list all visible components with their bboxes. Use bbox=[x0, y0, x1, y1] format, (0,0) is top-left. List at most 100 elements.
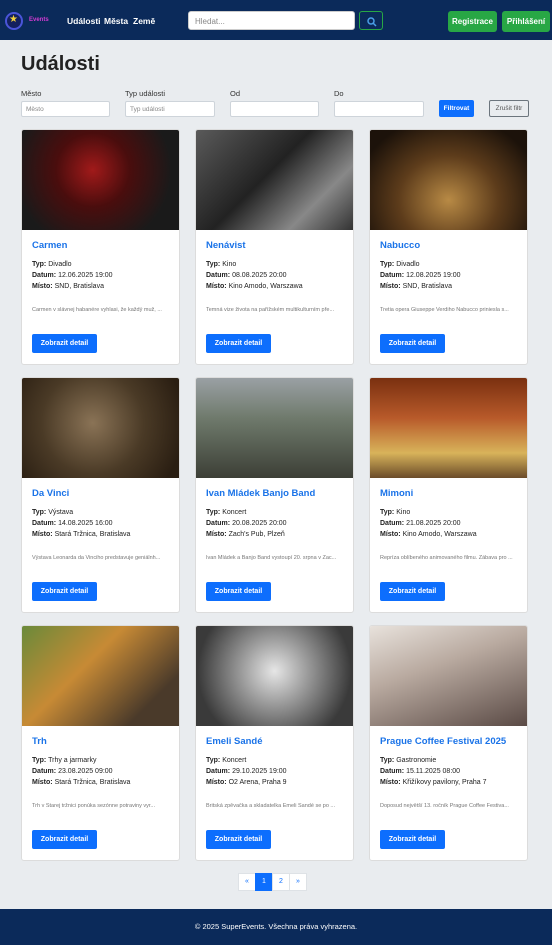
place-label: Místo: bbox=[380, 531, 401, 538]
date-label: Datum: bbox=[32, 272, 57, 279]
nav-link-cities[interactable]: Města bbox=[104, 16, 128, 26]
type-value: Výstava bbox=[48, 509, 74, 516]
type-label: Typ: bbox=[32, 757, 47, 764]
type-value: Koncert bbox=[222, 757, 247, 764]
date-value: 20.08.2025 20:00 bbox=[232, 520, 287, 527]
logo-text: Events bbox=[29, 17, 49, 23]
register-button[interactable]: Registrace bbox=[448, 11, 497, 32]
date-label: Datum: bbox=[206, 768, 231, 775]
detail-button[interactable]: Zobrazit detail bbox=[32, 334, 97, 353]
event-title[interactable]: Mimoni bbox=[380, 488, 413, 499]
event-image[interactable] bbox=[196, 130, 353, 230]
page-prev[interactable]: « bbox=[238, 873, 256, 891]
place-value: Stará Tržnica, Bratislava bbox=[54, 531, 131, 538]
event-image[interactable] bbox=[196, 378, 353, 478]
event-type: Typ: Trhy a jarmarky bbox=[32, 757, 96, 764]
event-title[interactable]: Trh bbox=[32, 736, 47, 747]
detail-button[interactable]: Zobrazit detail bbox=[380, 582, 445, 601]
date-value: 14.08.2025 16:00 bbox=[58, 520, 113, 527]
place-label: Místo: bbox=[380, 779, 401, 786]
city-filter-label: Město bbox=[21, 89, 42, 98]
event-image[interactable] bbox=[22, 130, 179, 230]
page-next[interactable]: » bbox=[289, 873, 307, 891]
event-place: Místo: Kino Amodo, Warszawa bbox=[206, 283, 303, 290]
event-card: Prague Coffee Festival 2025 Typ: Gastrono… bbox=[369, 625, 528, 861]
event-type: Typ: Koncert bbox=[206, 509, 246, 516]
event-date: Datum: 20.08.2025 20:00 bbox=[206, 520, 287, 527]
type-filter-input[interactable]: Typ události bbox=[125, 101, 215, 117]
date-label: Datum: bbox=[32, 520, 57, 527]
type-label: Typ: bbox=[380, 757, 395, 764]
type-value: Kino bbox=[396, 509, 411, 516]
filter-button[interactable]: Filtrovat bbox=[439, 100, 474, 117]
event-place: Místo: SND, Bratislava bbox=[380, 283, 452, 290]
detail-button[interactable]: Zobrazit detail bbox=[380, 334, 445, 353]
city-filter-input[interactable]: Město bbox=[21, 101, 110, 117]
event-image[interactable] bbox=[22, 626, 179, 726]
search-input[interactable]: Hledat... bbox=[188, 11, 355, 30]
detail-button[interactable]: Zobrazit detail bbox=[32, 582, 97, 601]
search-icon bbox=[367, 17, 377, 27]
date-value: 15.11.2025 08:00 bbox=[406, 768, 461, 775]
type-label: Typ: bbox=[206, 757, 221, 764]
nav-link-events[interactable]: Události bbox=[67, 16, 101, 26]
type-value: Divadlo bbox=[48, 261, 72, 268]
event-image[interactable] bbox=[22, 378, 179, 478]
login-button[interactable]: Přihlášení bbox=[502, 11, 550, 32]
nav-link-countries[interactable]: Země bbox=[133, 16, 155, 26]
event-title[interactable]: Nabucco bbox=[380, 240, 420, 251]
event-image[interactable] bbox=[370, 626, 527, 726]
place-value: SND, Bratislava bbox=[402, 283, 452, 290]
detail-button[interactable]: Zobrazit detail bbox=[380, 830, 445, 849]
event-title[interactable]: Prague Coffee Festival 2025 bbox=[380, 736, 506, 747]
event-image[interactable] bbox=[370, 130, 527, 230]
event-date: Datum: 29.10.2025 19:00 bbox=[206, 768, 287, 775]
event-image[interactable] bbox=[370, 378, 527, 478]
to-date-input[interactable] bbox=[334, 101, 424, 117]
event-title[interactable]: Ivan Mládek Banjo Band bbox=[206, 488, 315, 499]
event-date: Datum: 08.08.2025 20:00 bbox=[206, 272, 287, 279]
event-description: Britská zpěvačka a skladatelka Emeli San… bbox=[206, 803, 336, 809]
date-label: Datum: bbox=[380, 768, 405, 775]
event-title[interactable]: Da Vinci bbox=[32, 488, 69, 499]
type-label: Typ: bbox=[380, 509, 395, 516]
event-date: Datum: 12.06.2025 19:00 bbox=[32, 272, 113, 279]
footer: © 2025 SuperEvents. Všechna práva vyhraz… bbox=[0, 909, 552, 945]
reset-filter-button[interactable]: Zrušit filtr bbox=[489, 100, 529, 117]
event-type: Typ: Divadlo bbox=[380, 261, 420, 268]
type-value: Gastronomie bbox=[396, 757, 437, 764]
detail-button[interactable]: Zobrazit detail bbox=[206, 334, 271, 353]
event-image[interactable] bbox=[196, 626, 353, 726]
date-label: Datum: bbox=[206, 520, 231, 527]
event-card: Mimoni Typ: Kino Datum: 21.08.2025 20:00 Mí… bbox=[369, 377, 528, 613]
logo[interactable]: ★ Events bbox=[5, 12, 49, 30]
event-description: Temná vize života na pařížském multikult… bbox=[206, 307, 335, 313]
place-value: Křižíkovy pavilony, Praha 7 bbox=[402, 779, 487, 786]
page-1[interactable]: 1 bbox=[255, 873, 273, 891]
event-card: Trh Typ: Trhy a jarmarky Datum: 23.08.2025… bbox=[21, 625, 180, 861]
event-title[interactable]: Nenávist bbox=[206, 240, 246, 251]
event-type: Typ: Kino bbox=[206, 261, 236, 268]
navbar: ★ Events Události Města Země Hledat... R… bbox=[0, 0, 552, 40]
to-date-label: Do bbox=[334, 89, 344, 98]
event-type: Typ: Kino bbox=[380, 509, 410, 516]
place-label: Místo: bbox=[32, 283, 53, 290]
search-button[interactable] bbox=[359, 11, 383, 30]
event-type: Typ: Divadlo bbox=[32, 261, 72, 268]
event-place: Místo: SND, Bratislava bbox=[32, 283, 104, 290]
event-type: Typ: Koncert bbox=[206, 757, 246, 764]
event-title[interactable]: Emeli Sandé bbox=[206, 736, 263, 747]
page-2[interactable]: 2 bbox=[272, 873, 290, 891]
event-card: Emeli Sandé Typ: Koncert Datum: 29.10.2025… bbox=[195, 625, 354, 861]
detail-button[interactable]: Zobrazit detail bbox=[206, 830, 271, 849]
detail-button[interactable]: Zobrazit detail bbox=[32, 830, 97, 849]
place-label: Místo: bbox=[206, 531, 227, 538]
detail-button[interactable]: Zobrazit detail bbox=[206, 582, 271, 601]
event-title[interactable]: Carmen bbox=[32, 240, 67, 251]
event-date: Datum: 23.08.2025 09:00 bbox=[32, 768, 113, 775]
place-label: Místo: bbox=[32, 531, 53, 538]
type-label: Typ: bbox=[32, 261, 47, 268]
event-place: Místo: Kino Amodo, Warszawa bbox=[380, 531, 477, 538]
event-place: Místo: Zach's Pub, Plzeň bbox=[206, 531, 285, 538]
from-date-input[interactable] bbox=[230, 101, 319, 117]
